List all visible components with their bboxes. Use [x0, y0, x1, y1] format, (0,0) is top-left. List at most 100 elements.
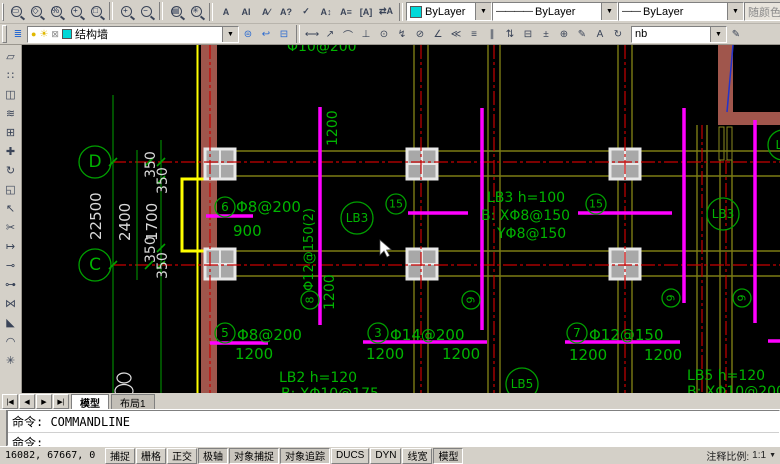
quick-dim-icon[interactable]: ≪	[447, 25, 465, 43]
text-scale-icon[interactable]: A↕	[316, 2, 336, 22]
dim-update-icon[interactable]: ↻	[609, 25, 627, 43]
layer-previous-icon[interactable]: ↩	[257, 25, 275, 43]
single-line-text-icon[interactable]: AI	[236, 2, 256, 22]
copy-icon[interactable]: ∷	[1, 66, 20, 85]
scale-icon[interactable]: ◱	[1, 180, 20, 199]
ortho-toggle[interactable]: 正交	[167, 448, 197, 464]
dim-angular-icon[interactable]: ∠	[429, 25, 447, 43]
dim-text-edit-icon[interactable]: A	[591, 25, 609, 43]
extend-icon[interactable]: ↦	[1, 237, 20, 256]
dim-style-edit-icon[interactable]: ✎	[727, 25, 745, 43]
find-replace-icon[interactable]: A?	[276, 2, 296, 22]
convert-text-icon[interactable]: ⇄A	[376, 2, 396, 22]
zoom-dynamic-icon[interactable]: ◇	[26, 2, 46, 22]
layer-lock-icon[interactable]: ⊠	[51, 29, 59, 40]
break-at-point-icon[interactable]: ⊸	[1, 256, 20, 275]
rotate-icon[interactable]: ↻	[1, 161, 20, 180]
fillet-icon[interactable]: ◠	[1, 332, 20, 351]
zoom-object-icon[interactable]: □	[86, 2, 106, 22]
dim-baseline-icon[interactable]: ≡	[465, 25, 483, 43]
dim-continue-icon[interactable]: ∥	[483, 25, 501, 43]
tab-布局1[interactable]: 布局1	[111, 394, 155, 409]
zoom-scale-icon[interactable]: %	[46, 2, 66, 22]
make-object-layer-current-icon[interactable]: ⊜	[239, 25, 257, 43]
zoom-extents-icon[interactable]: ✳	[186, 2, 206, 22]
linetype-control[interactable]: ———— ByLayer ▼	[492, 2, 618, 21]
mirror-icon[interactable]: ◫	[1, 85, 20, 104]
chevron-down-icon[interactable]: ▼	[601, 3, 617, 20]
toolbar-grip[interactable]	[2, 3, 4, 21]
stretch-icon[interactable]: ↖	[1, 199, 20, 218]
layer-tools: ⊜↩⊟	[239, 25, 293, 43]
chevron-down-icon[interactable]: ▼	[222, 27, 238, 42]
slab-note-lb5-line1: LB5 h=120	[687, 368, 765, 384]
dim-aligned-icon[interactable]: ↗	[321, 25, 339, 43]
tab-nav-icon[interactable]: |◀	[2, 394, 18, 409]
layout-tabs: 模型布局1	[69, 394, 155, 409]
dim-radius-icon[interactable]: ⊙	[375, 25, 393, 43]
break-icon[interactable]: ⊶	[1, 275, 20, 294]
toolbar-grip[interactable]	[2, 25, 7, 43]
dim-linear-icon[interactable]: ⟷	[303, 25, 321, 43]
snap-toggle[interactable]: 捕捉	[105, 448, 135, 464]
chevron-down-icon[interactable]: ▼	[710, 27, 726, 42]
dim-break-icon[interactable]: ⊟	[519, 25, 537, 43]
dim-style-control[interactable]: nb ▼	[631, 26, 727, 43]
ducs-toggle[interactable]: DUCS	[331, 448, 369, 464]
dyn-toggle[interactable]: DYN	[370, 448, 401, 464]
status-toggle-buttons: 捕捉栅格正交极轴对象捕捉对象追踪DUCSDYN线宽模型	[105, 448, 464, 464]
text-style-icon[interactable]: [A]	[356, 2, 376, 22]
drawing-canvas[interactable]: Φ8@200900LB3 h=100B: XΦ8@150YΦ8@150Φ8@20…	[22, 45, 780, 393]
zoom-all-icon[interactable]: ▤	[166, 2, 186, 22]
toolbar-separator	[209, 3, 213, 21]
trim-icon[interactable]: ✂	[1, 218, 20, 237]
zoom-window-icon[interactable]: ▭	[6, 2, 26, 22]
chevron-down-icon[interactable]: ▼	[727, 3, 743, 20]
osnap-toggle[interactable]: 对象捕捉	[229, 448, 279, 464]
edit-text-icon[interactable]: A∕	[256, 2, 276, 22]
spell-check-icon[interactable]: ✓	[296, 2, 316, 22]
mtext-icon[interactable]: A	[216, 2, 236, 22]
dim-space-icon[interactable]: ⇅	[501, 25, 519, 43]
annotation-scale-control[interactable]: 注释比例: 1:1 ▼	[706, 448, 780, 463]
lineweight-toggle[interactable]: 线宽	[402, 448, 432, 464]
layer-states-icon[interactable]: ⊟	[275, 25, 293, 43]
lineweight-control[interactable]: —— ByLayer ▼	[618, 2, 744, 21]
zoom-in-icon[interactable]: +	[116, 2, 136, 22]
tolerance-icon[interactable]: ±	[537, 25, 555, 43]
layer-on-bulb-icon[interactable]: ●	[31, 29, 36, 39]
dim-edit-icon[interactable]: ✎	[573, 25, 591, 43]
text-justify-icon[interactable]: A≡	[336, 2, 356, 22]
svg-text:LB3: LB3	[346, 211, 369, 225]
array-icon[interactable]: ⊞	[1, 123, 20, 142]
chevron-down-icon[interactable]: ▼	[769, 452, 776, 459]
model-space-toggle[interactable]: 模型	[433, 448, 463, 464]
color-control[interactable]: ByLayer ▼	[406, 2, 492, 21]
offset-icon[interactable]: ≋	[1, 104, 20, 123]
dim-arc-length-icon[interactable]: ⌒	[339, 25, 357, 43]
grid-toggle[interactable]: 栅格	[136, 448, 166, 464]
command-panel-grip[interactable]	[0, 410, 7, 446]
join-icon[interactable]: ⋈	[1, 294, 20, 313]
tab-模型[interactable]: 模型	[71, 394, 109, 409]
layers-icon[interactable]: ≣	[9, 25, 27, 43]
layer-freeze-sun-icon[interactable]: ☀	[39, 29, 48, 40]
tab-nav-icon[interactable]: ▶|	[53, 394, 69, 409]
move-icon[interactable]: ✚	[1, 142, 20, 161]
erase-icon[interactable]: ▱	[1, 47, 20, 66]
dim-ordinate-icon[interactable]: ⊥	[357, 25, 375, 43]
zoom-out-icon[interactable]: −	[136, 2, 156, 22]
chevron-down-icon[interactable]: ▼	[475, 3, 491, 20]
zoom-center-icon[interactable]: +	[66, 2, 86, 22]
chamfer-icon[interactable]: ◣	[1, 313, 20, 332]
tab-nav-icon[interactable]: ◀	[19, 394, 35, 409]
explode-icon[interactable]: ✳	[1, 351, 20, 370]
tab-nav-icon[interactable]: ▶	[36, 394, 52, 409]
dim-diameter-icon[interactable]: ⊘	[411, 25, 429, 43]
layer-control[interactable]: ● ☀ ⊠ 结构墙 ▼	[27, 26, 239, 43]
polar-toggle[interactable]: 极轴	[198, 448, 228, 464]
command-window[interactable]: 命令: COMMANDLINE 命令:	[7, 410, 780, 446]
dim-jogged-icon[interactable]: ↯	[393, 25, 411, 43]
otrack-toggle[interactable]: 对象追踪	[280, 448, 330, 464]
center-mark-icon[interactable]: ⊕	[555, 25, 573, 43]
